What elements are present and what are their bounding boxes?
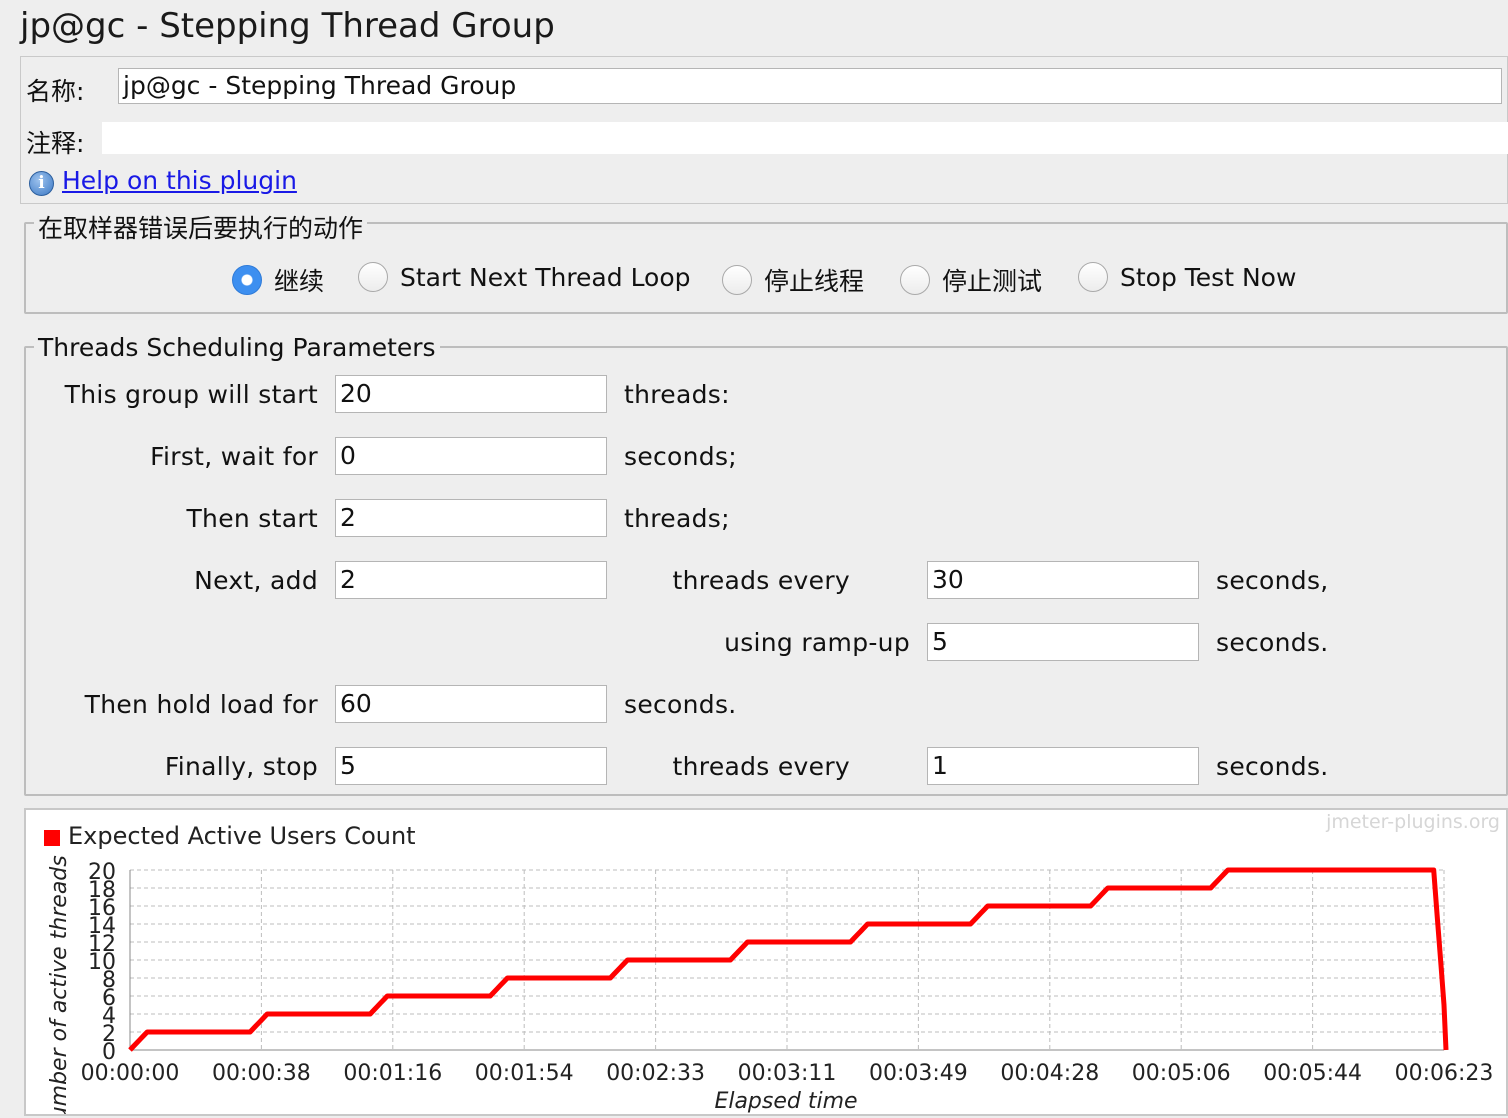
comment-field[interactable] — [102, 122, 1508, 154]
then-start-unit: threads; — [624, 504, 730, 533]
comment-label: 注释: — [26, 129, 85, 158]
rampup-unit: seconds. — [1216, 628, 1329, 657]
radio-start-next-thread-loop[interactable]: Start Next Thread Loop — [358, 262, 691, 292]
x-tick-label: 00:03:11 — [738, 1061, 837, 1086]
radio-stop-thread[interactable]: 停止线程 — [722, 262, 864, 298]
initial-delay-unit: seconds; — [624, 442, 738, 471]
radio-stop-test-now[interactable]: Stop Test Now — [1078, 262, 1296, 292]
radio-start-next-thread-loop-label: Start Next Thread Loop — [400, 262, 691, 292]
chart-panel: jmeter-plugins.org Expected Active Users… — [24, 808, 1508, 1118]
hold-load-field[interactable]: 60 — [335, 685, 607, 723]
x-axis-label: Elapsed time — [714, 1089, 857, 1114]
x-tick-label: 00:04:28 — [1000, 1061, 1099, 1086]
radio-unselected-icon — [722, 265, 752, 295]
start-threads-label: This group will start — [64, 380, 318, 409]
rampup-field[interactable]: 5 — [927, 623, 1199, 661]
radio-selected-icon — [232, 265, 262, 295]
radio-stop-test-now-label: Stop Test Now — [1120, 262, 1297, 292]
rampup-label: using ramp-up — [724, 628, 910, 657]
x-tick-label: 00:01:16 — [343, 1061, 442, 1086]
finally-stop-label: Finally, stop — [164, 752, 318, 781]
start-threads-field[interactable]: 20 — [335, 375, 607, 413]
initial-delay-label: First, wait for — [150, 442, 318, 471]
x-tick-label: 00:05:06 — [1132, 1061, 1231, 1086]
stop-every-unit: seconds. — [1216, 752, 1329, 781]
x-tick-label: 00:00:38 — [212, 1061, 311, 1086]
error-action-title: 在取样器错误后要执行的动作 — [34, 209, 368, 245]
radio-unselected-icon — [1078, 262, 1108, 292]
initial-delay-field[interactable]: 0 — [335, 437, 607, 475]
start-threads-unit: threads: — [624, 380, 730, 409]
radio-stop-test-label: 停止测试 — [942, 267, 1043, 296]
stop-every-label: threads every — [672, 752, 850, 781]
x-tick-label: 00:01:54 — [475, 1061, 574, 1086]
watermark: jmeter-plugins.org — [1325, 811, 1500, 833]
y-axis-label: Number of active threads — [47, 855, 72, 1114]
x-tick-label: 00:03:49 — [869, 1061, 968, 1086]
then-start-label: Then start — [186, 504, 318, 533]
page-title: jp@gc - Stepping Thread Group — [20, 6, 555, 46]
name-field[interactable]: jp@gc - Stepping Thread Group — [118, 68, 1502, 104]
then-start-field[interactable]: 2 — [335, 499, 607, 537]
y-tick-label: 20 — [88, 860, 116, 885]
radio-continue-label: 继续 — [274, 267, 325, 296]
radio-stop-test[interactable]: 停止测试 — [900, 262, 1042, 298]
x-tick-label: 00:00:00 — [81, 1061, 180, 1086]
legend-swatch — [44, 830, 60, 846]
x-tick-label: 00:02:33 — [606, 1061, 705, 1086]
radio-continue[interactable]: 继续 — [232, 262, 324, 298]
add-every-label: threads every — [672, 566, 850, 595]
stop-every-field[interactable]: 1 — [927, 747, 1199, 785]
next-add-label: Next, add — [194, 566, 318, 595]
threads-chart: jmeter-plugins.org Expected Active Users… — [44, 811, 1500, 1118]
x-tick-label: 00:06:23 — [1395, 1061, 1494, 1086]
name-label: 名称: — [26, 77, 85, 106]
x-tick-label: 00:05:44 — [1263, 1061, 1362, 1086]
scheduling-title: Threads Scheduling Parameters — [34, 333, 440, 362]
radio-stop-thread-label: 停止线程 — [764, 267, 865, 296]
radio-unselected-icon — [358, 262, 388, 292]
add-every-unit: seconds, — [1216, 566, 1329, 595]
add-every-field[interactable]: 30 — [927, 561, 1199, 599]
hold-load-label: Then hold load for — [84, 690, 318, 719]
help-link[interactable]: Help on this plugin — [62, 166, 297, 195]
info-icon: i — [29, 171, 54, 196]
next-add-field[interactable]: 2 — [335, 561, 607, 599]
legend-label: Expected Active Users Count — [68, 822, 416, 850]
finally-stop-field[interactable]: 5 — [335, 747, 607, 785]
radio-unselected-icon — [900, 265, 930, 295]
hold-load-unit: seconds. — [624, 690, 737, 719]
